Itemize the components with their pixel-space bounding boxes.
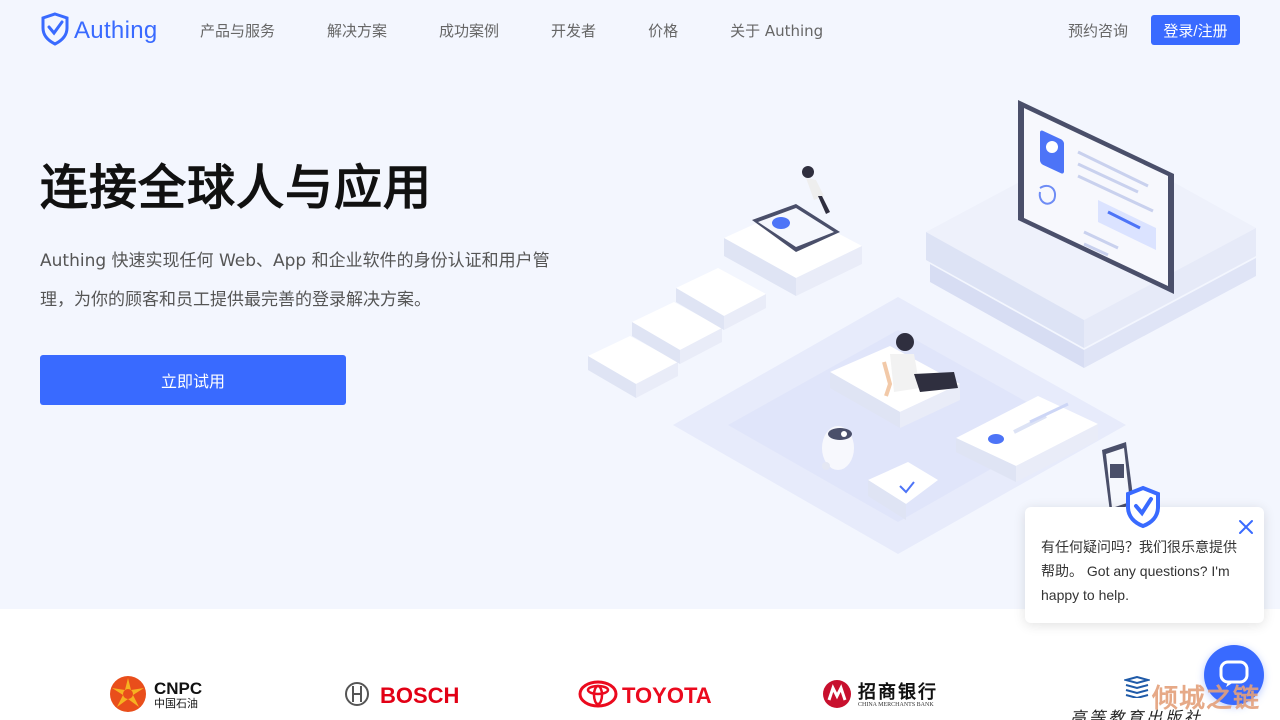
toyota-emblem-icon <box>578 680 618 712</box>
cmb-emblem-icon <box>822 679 852 713</box>
cnpc-cn-name: 中国石油 <box>154 697 198 710</box>
menu-item-solutions[interactable]: 解决方案 <box>327 20 387 41</box>
top-nav: Authing 产品与服务 解决方案 成功案例 开发者 价格 关于 Authin… <box>0 0 1280 62</box>
hep-book-icon <box>1121 675 1152 702</box>
client-logo-toyota: TOYOTA <box>578 672 712 720</box>
login-register-button[interactable]: 登录/注册 <box>1151 15 1240 45</box>
cnpc-flower-icon <box>108 674 148 718</box>
menu-item-cases[interactable]: 成功案例 <box>439 20 499 41</box>
bosch-name: BOSCH <box>380 683 460 708</box>
client-logo-cmb: 招商银行 CHINA MERCHANTS BANK <box>822 672 938 720</box>
shield-check-icon <box>40 12 70 50</box>
hero-title: 连接全球人与应用 <box>40 160 433 216</box>
hero-description: Authing 快速实现任何 Web、App 和企业软件的身份认证和用户管理，为… <box>40 251 550 310</box>
menu-item-products[interactable]: 产品与服务 <box>200 20 275 41</box>
consult-link[interactable]: 预约咨询 <box>1068 20 1128 41</box>
menu-item-pricing[interactable]: 价格 <box>648 20 678 41</box>
cmb-en-name: CHINA MERCHANTS BANK <box>858 702 934 708</box>
bosch-armature-icon <box>344 681 370 711</box>
cnpc-name: CNPC <box>154 679 203 698</box>
menu-item-about[interactable]: 关于 Authing <box>730 20 823 41</box>
brand-logo[interactable]: Authing <box>40 12 158 50</box>
client-logo-cnpc: CNPC 中国石油 <box>108 672 202 720</box>
client-logo-bosch: BOSCH <box>344 672 459 720</box>
close-icon[interactable] <box>1236 517 1256 537</box>
hero-illustration <box>578 92 1268 567</box>
watermark-text: 倾城之链 <box>1152 684 1261 714</box>
try-now-button[interactable]: 立即试用 <box>40 355 346 405</box>
cmb-cn-name: 招商银行 <box>858 682 938 703</box>
shield-check-icon <box>1124 485 1162 529</box>
brand-name: Authing <box>74 17 158 44</box>
menu-item-developers[interactable]: 开发者 <box>551 20 596 41</box>
chat-message: 有任何疑问吗？我们很乐意提供帮助。 Got any questions? I'm… <box>1041 539 1237 603</box>
main-menu: 产品与服务 解决方案 成功案例 开发者 价格 关于 Authing <box>200 20 823 41</box>
toyota-name: TOYOTA <box>622 683 712 708</box>
